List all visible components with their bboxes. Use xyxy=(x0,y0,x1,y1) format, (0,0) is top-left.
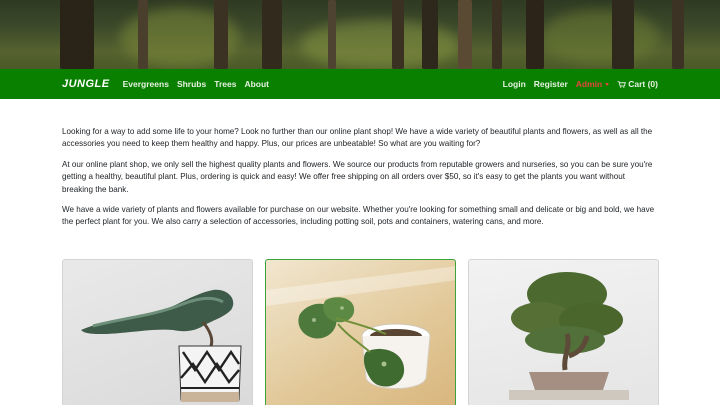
nav-link-trees[interactable]: Trees xyxy=(214,79,236,89)
intro-paragraph: Looking for a way to add some life to yo… xyxy=(62,127,653,149)
nav-links: Evergreens Shrubs Trees About xyxy=(123,79,277,89)
product-card[interactable] xyxy=(468,259,659,405)
shopping-cart-icon xyxy=(617,81,627,88)
caret-down-icon xyxy=(605,83,610,87)
intro-section: Looking for a way to add some life to yo… xyxy=(62,126,658,237)
product-grid xyxy=(62,259,659,405)
cart-link[interactable]: Cart (0) xyxy=(617,79,658,89)
login-link[interactable]: Login xyxy=(503,79,526,89)
product-card[interactable] xyxy=(265,259,456,405)
product-card[interactable] xyxy=(62,259,253,405)
nav-link-evergreens[interactable]: Evergreens xyxy=(123,79,169,89)
nav-account: Login Register Admin Cart (0) xyxy=(495,79,658,89)
product-image-juniper-bonsai xyxy=(81,289,242,402)
admin-label: Admin xyxy=(575,79,603,89)
register-link[interactable]: Register xyxy=(534,79,568,89)
intro-paragraph: We have a wide variety of plants and flo… xyxy=(62,205,655,227)
intro-paragraph: At our online plant shop, we only sell t… xyxy=(62,159,653,194)
admin-dropdown[interactable]: Admin xyxy=(575,79,610,89)
brand-logo[interactable]: JUNGLE xyxy=(62,78,110,90)
nav-link-shrubs[interactable]: Shrubs xyxy=(177,79,206,89)
hero-forest-image xyxy=(0,0,720,69)
nav-link-about[interactable]: About xyxy=(244,79,269,89)
top-navbar: JUNGLE Evergreens Shrubs Trees About Log… xyxy=(0,69,720,99)
product-image-pothos xyxy=(266,266,455,389)
cart-label: Cart (0) xyxy=(628,79,658,89)
product-image-bonsai-tree xyxy=(509,272,629,400)
